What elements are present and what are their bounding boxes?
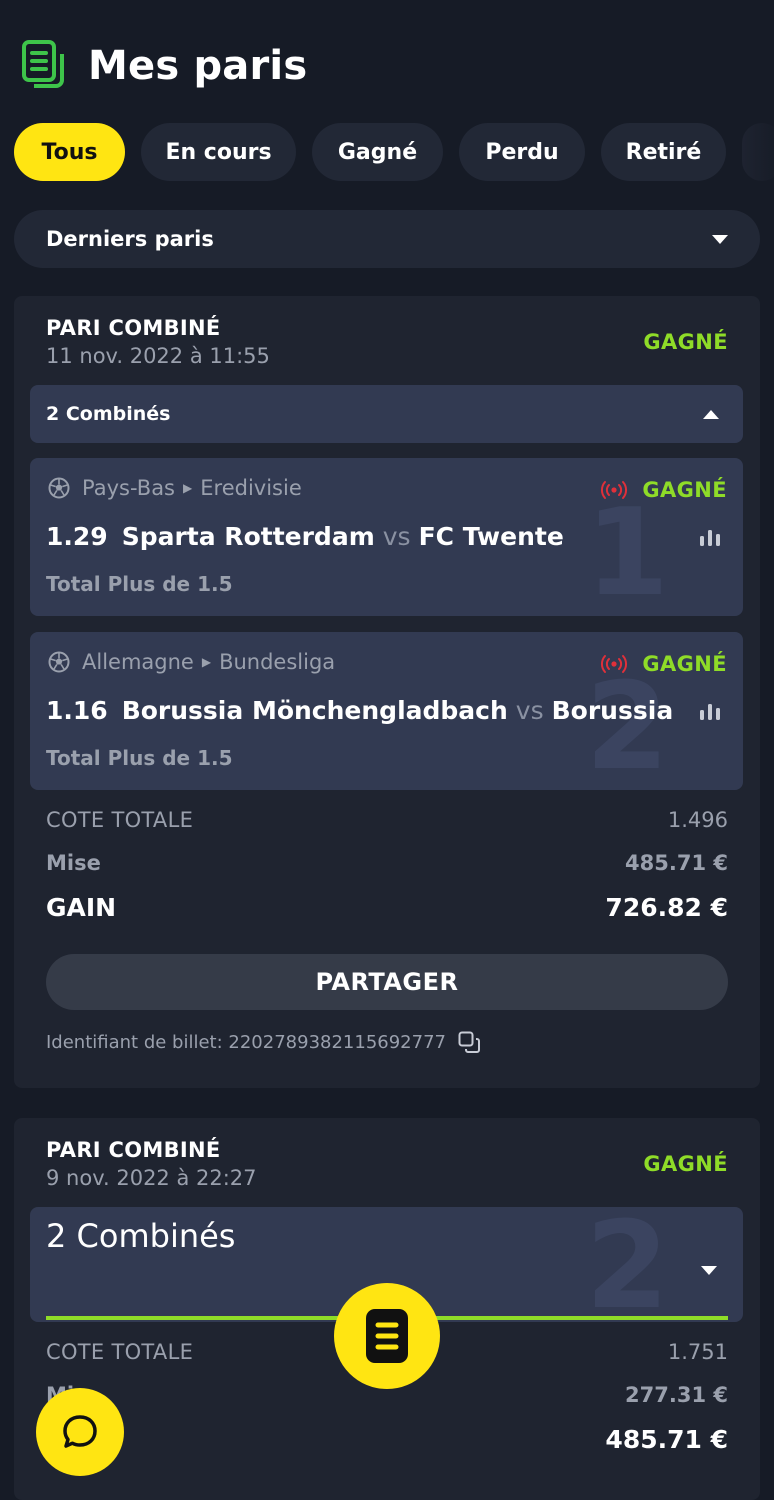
combo-toggle[interactable]: 2 Combinés bbox=[30, 385, 743, 443]
combo-label: 2 Combinés bbox=[46, 403, 171, 425]
gain-row: 485.71 € bbox=[46, 1422, 728, 1456]
total-odds-row: COTE TOTALE 1.496 bbox=[46, 806, 728, 834]
stats-bar-icon[interactable] bbox=[699, 528, 721, 546]
away-team: FC Twente bbox=[418, 522, 564, 551]
bet-card: PARI COMBINÉ 11 nov. 2022 à 11:55 GAGNÉ … bbox=[14, 296, 760, 1088]
selection-status: GAGNÉ bbox=[600, 652, 727, 676]
selection-country: Pays-Bas bbox=[82, 476, 176, 500]
selection-competition: Bundesliga bbox=[219, 650, 336, 674]
gain-row: GAIN 726.82 € bbox=[46, 890, 728, 924]
chevron-right-icon: ▶ bbox=[183, 481, 193, 495]
versus-label: vs bbox=[382, 522, 411, 551]
selection-league: Allemagne ▶ Bundesliga bbox=[48, 650, 335, 674]
bet-header: PARI COMBINÉ 11 nov. 2022 à 11:55 bbox=[46, 316, 270, 368]
filter-tab-overflow[interactable] bbox=[742, 123, 774, 181]
versus-label: vs bbox=[515, 696, 544, 725]
filter-tab-ongoing[interactable]: En cours bbox=[141, 123, 296, 181]
selection-match: 1.29 Sparta Rotterdam vs FC Twente bbox=[46, 522, 676, 551]
selection-market: Total Plus de 1.5 bbox=[46, 572, 233, 596]
bet-status: GAGNÉ bbox=[643, 1152, 728, 1176]
stake-row: Mise 485.71 € bbox=[46, 849, 728, 877]
gain-value: 726.82 € bbox=[605, 892, 728, 922]
combo-label: 2 Combinés bbox=[46, 1217, 236, 1255]
bets-document-icon bbox=[22, 40, 64, 88]
live-broadcast-icon bbox=[601, 481, 628, 499]
share-button[interactable]: PARTAGER bbox=[46, 954, 728, 1010]
gain-value: 485.71 € bbox=[605, 1424, 728, 1454]
filter-tab-cashed-out[interactable]: Retiré bbox=[601, 123, 726, 181]
selection-index: 1 bbox=[585, 484, 670, 616]
selection-status: GAGNÉ bbox=[600, 478, 727, 502]
copy-icon[interactable] bbox=[458, 1031, 480, 1053]
soccer-ball-icon bbox=[48, 651, 70, 673]
bet-type: PARI COMBINÉ bbox=[46, 1138, 221, 1162]
combo-count: 2 bbox=[585, 1207, 670, 1322]
away-team: Borussia Dor bbox=[551, 696, 676, 725]
bet-type: PARI COMBINÉ bbox=[46, 316, 221, 340]
bet-date: 9 nov. 2022 à 22:27 bbox=[46, 1166, 257, 1190]
selection-competition: Eredivisie bbox=[200, 476, 302, 500]
soccer-ball-icon bbox=[48, 477, 70, 499]
filter-tabs: Tous En cours Gagné Perdu Retiré bbox=[14, 123, 774, 181]
selection-index: 2 bbox=[585, 658, 670, 790]
selection-status-label: GAGNÉ bbox=[642, 652, 727, 676]
sort-dropdown-label: Derniers paris bbox=[46, 227, 214, 251]
sort-dropdown[interactable]: Derniers paris bbox=[14, 210, 760, 268]
stake-label: Mise bbox=[46, 851, 101, 875]
selection-country: Allemagne bbox=[82, 650, 194, 674]
selection-match: 1.16 Borussia Mönchengladbach vs Borussi… bbox=[46, 696, 676, 725]
selection-status-label: GAGNÉ bbox=[642, 478, 727, 502]
bet-header: PARI COMBINÉ 9 nov. 2022 à 22:27 bbox=[46, 1138, 257, 1190]
bet-totals: COTE TOTALE 1.496 Mise 485.71 € GAIN 726… bbox=[46, 806, 728, 924]
total-odds-value: 1.751 bbox=[667, 1340, 728, 1364]
ticket-id: Identifiant de billet: 22027893821156927… bbox=[46, 1031, 480, 1053]
bet-status: GAGNÉ bbox=[643, 330, 728, 354]
gain-label: GAIN bbox=[46, 892, 117, 922]
total-odds-label: COTE TOTALE bbox=[46, 808, 194, 832]
selection-market: Total Plus de 1.5 bbox=[46, 746, 233, 770]
chat-bubble-icon bbox=[63, 1415, 97, 1448]
total-odds-label: COTE TOTALE bbox=[46, 1340, 194, 1364]
chevron-up-icon bbox=[703, 409, 719, 419]
selection-league: Pays-Bas ▶ Eredivisie bbox=[48, 476, 302, 500]
chevron-down-icon bbox=[701, 1266, 717, 1275]
total-odds-value: 1.496 bbox=[667, 808, 728, 832]
bet-date: 11 nov. 2022 à 11:55 bbox=[46, 344, 270, 368]
stats-bar-icon[interactable] bbox=[699, 702, 721, 720]
chevron-right-icon: ▶ bbox=[201, 655, 212, 669]
page-header: Mes paris bbox=[22, 40, 307, 92]
home-team: Borussia Mönchengladbach bbox=[121, 696, 508, 725]
betslip-fab-button[interactable] bbox=[334, 1283, 440, 1389]
betslip-icon bbox=[366, 1309, 408, 1363]
selection-odd: 1.29 bbox=[46, 522, 108, 551]
home-team: Sparta Rotterdam bbox=[121, 522, 375, 551]
filter-tab-all[interactable]: Tous bbox=[14, 123, 125, 181]
live-broadcast-icon bbox=[601, 655, 628, 673]
ticket-id-label: Identifiant de billet: 22027893821156927… bbox=[46, 1031, 446, 1053]
selection-card[interactable]: 2 Allemagne ▶ Bundesliga GAGNÉ 1.16 Boru… bbox=[30, 632, 743, 790]
selection-odd: 1.16 bbox=[46, 696, 108, 725]
stake-value: 277.31 € bbox=[625, 1383, 728, 1407]
chat-fab-button[interactable] bbox=[36, 1388, 124, 1476]
chevron-down-icon bbox=[712, 234, 728, 244]
filter-tab-won[interactable]: Gagné bbox=[312, 123, 443, 181]
filter-tab-lost[interactable]: Perdu bbox=[459, 123, 585, 181]
stake-value: 485.71 € bbox=[625, 851, 728, 875]
selection-card[interactable]: 1 Pays-Bas ▶ Eredivisie GAGNÉ 1.29 Spart… bbox=[30, 458, 743, 616]
page-title: Mes paris bbox=[88, 43, 308, 89]
